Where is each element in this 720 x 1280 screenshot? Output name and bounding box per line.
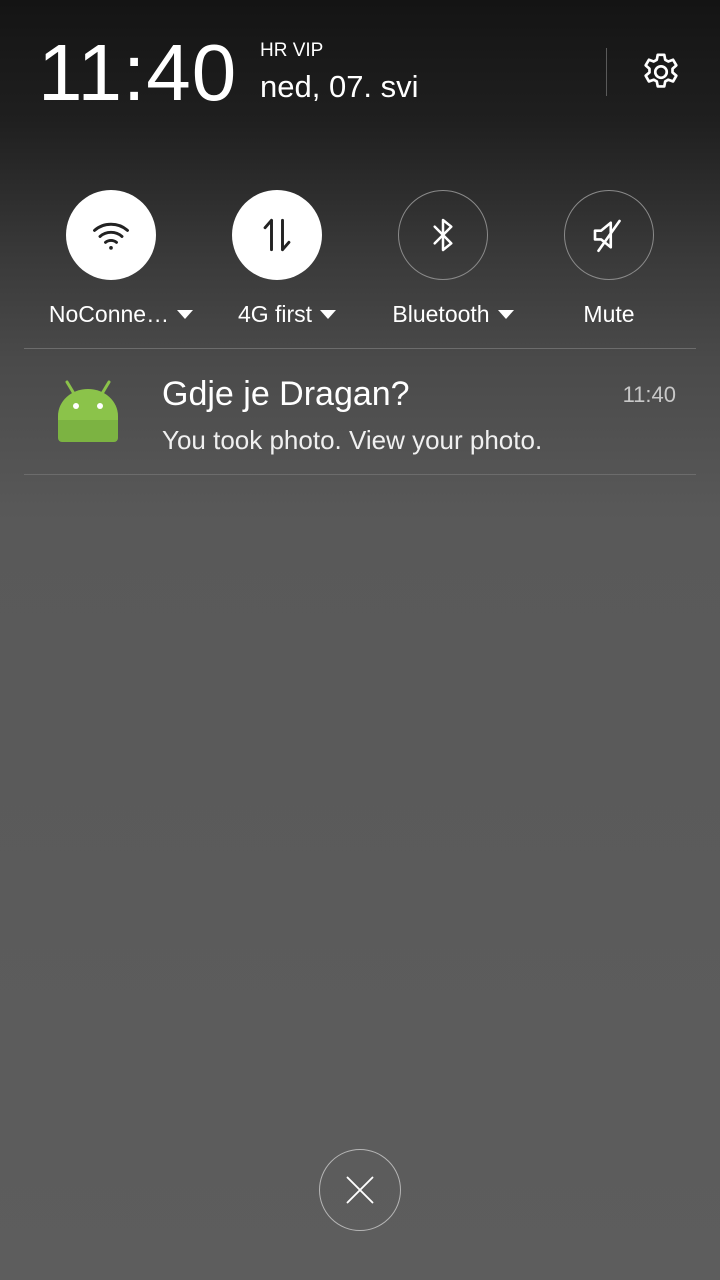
close-icon bbox=[346, 1176, 374, 1204]
notification-time: 11:40 bbox=[622, 382, 676, 407]
wifi-label[interactable]: NoConne… bbox=[40, 298, 202, 330]
bluetooth-label-text: Bluetooth bbox=[392, 300, 490, 327]
bluetooth-icon bbox=[433, 218, 453, 252]
gear-icon bbox=[644, 53, 678, 88]
settings-button[interactable] bbox=[630, 42, 692, 104]
android-icon bbox=[58, 380, 118, 442]
mobile-data-label[interactable]: 4G first bbox=[206, 298, 368, 330]
mute-icon bbox=[593, 219, 621, 253]
mobile-data-dropdown-caret-icon bbox=[320, 309, 337, 319]
header-divider bbox=[606, 48, 607, 96]
notification-title: Gdje je Dragan? bbox=[162, 375, 410, 413]
mute-label-text: Mute bbox=[583, 300, 635, 327]
mobile-data-toggle[interactable] bbox=[232, 190, 322, 280]
wifi-toggle[interactable] bbox=[66, 190, 156, 280]
bluetooth-label[interactable]: Bluetooth bbox=[372, 298, 534, 330]
mute-toggle[interactable] bbox=[564, 190, 654, 280]
bluetooth-dropdown-caret-icon bbox=[497, 309, 514, 319]
mute-label[interactable]: Mute bbox=[538, 298, 680, 330]
wifi-label-text: NoConne… bbox=[48, 300, 170, 327]
mobile-data-label-text: 4G first bbox=[237, 300, 313, 327]
notification-text: You took photo. View your photo. bbox=[162, 425, 543, 455]
date-label: ned, 07. svi bbox=[260, 69, 419, 104]
mobile-data-icon bbox=[263, 218, 291, 252]
notification-card[interactable]: Gdje je Dragan? You took photo. View you… bbox=[24, 350, 696, 474]
wifi-dropdown-caret-icon bbox=[177, 309, 194, 319]
wifi-icon bbox=[93, 222, 129, 250]
notification-top-divider bbox=[24, 348, 696, 349]
carrier-name: HR VIP bbox=[260, 40, 324, 61]
clock-time: 11:40 bbox=[38, 28, 238, 117]
clear-all-button[interactable] bbox=[319, 1149, 401, 1231]
bluetooth-toggle[interactable] bbox=[398, 190, 488, 280]
notification-bottom-divider bbox=[24, 474, 696, 475]
